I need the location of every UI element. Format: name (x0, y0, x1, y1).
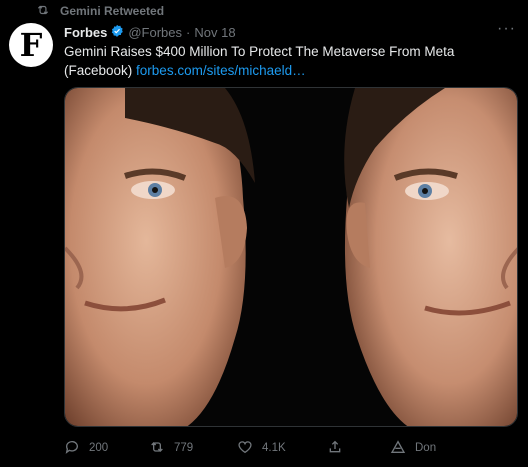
retweet-count: 779 (174, 442, 194, 454)
retweeted-by[interactable]: Gemini Retweeted (36, 3, 164, 19)
reply-icon (64, 439, 80, 458)
more-icon[interactable]: ··· (497, 20, 516, 38)
tweet-text: Gemini Raises $400 Million To Protect Th… (64, 42, 512, 80)
separator: · (186, 24, 191, 40)
retweet-icon (36, 3, 50, 20)
share-icon (327, 439, 343, 458)
like-button[interactable]: 4.1K (237, 439, 327, 458)
author-handle[interactable]: @Forbes (128, 25, 182, 40)
share-button[interactable] (327, 439, 390, 458)
tweet-date[interactable]: Nov 18 (194, 25, 235, 40)
retweeted-by-label: Gemini Retweeted (60, 4, 165, 18)
reply-count: 200 (89, 442, 109, 454)
tweet-link[interactable]: forbes.com/sites/michaeld… (136, 63, 306, 78)
author-name[interactable]: Forbes (64, 25, 107, 40)
like-icon (237, 439, 253, 458)
like-count: 4.1K (262, 442, 286, 454)
translate-icon (390, 439, 406, 458)
translate-button[interactable]: Don (390, 439, 436, 458)
retweet-button[interactable]: 779 (149, 439, 237, 458)
tweet-header: Forbes @Forbes · Nov 18 (64, 23, 236, 41)
reply-button[interactable]: 200 (64, 439, 149, 458)
twins-portrait-illustration (65, 88, 517, 426)
avatar[interactable]: F (9, 23, 53, 67)
translate-label: Don (415, 442, 437, 454)
tweet-media-image[interactable] (64, 87, 518, 427)
verified-icon (107, 24, 128, 41)
retweet-icon (149, 439, 165, 458)
action-bar: 200 779 4.1K Don (64, 437, 464, 459)
avatar-letter: F (19, 26, 43, 64)
